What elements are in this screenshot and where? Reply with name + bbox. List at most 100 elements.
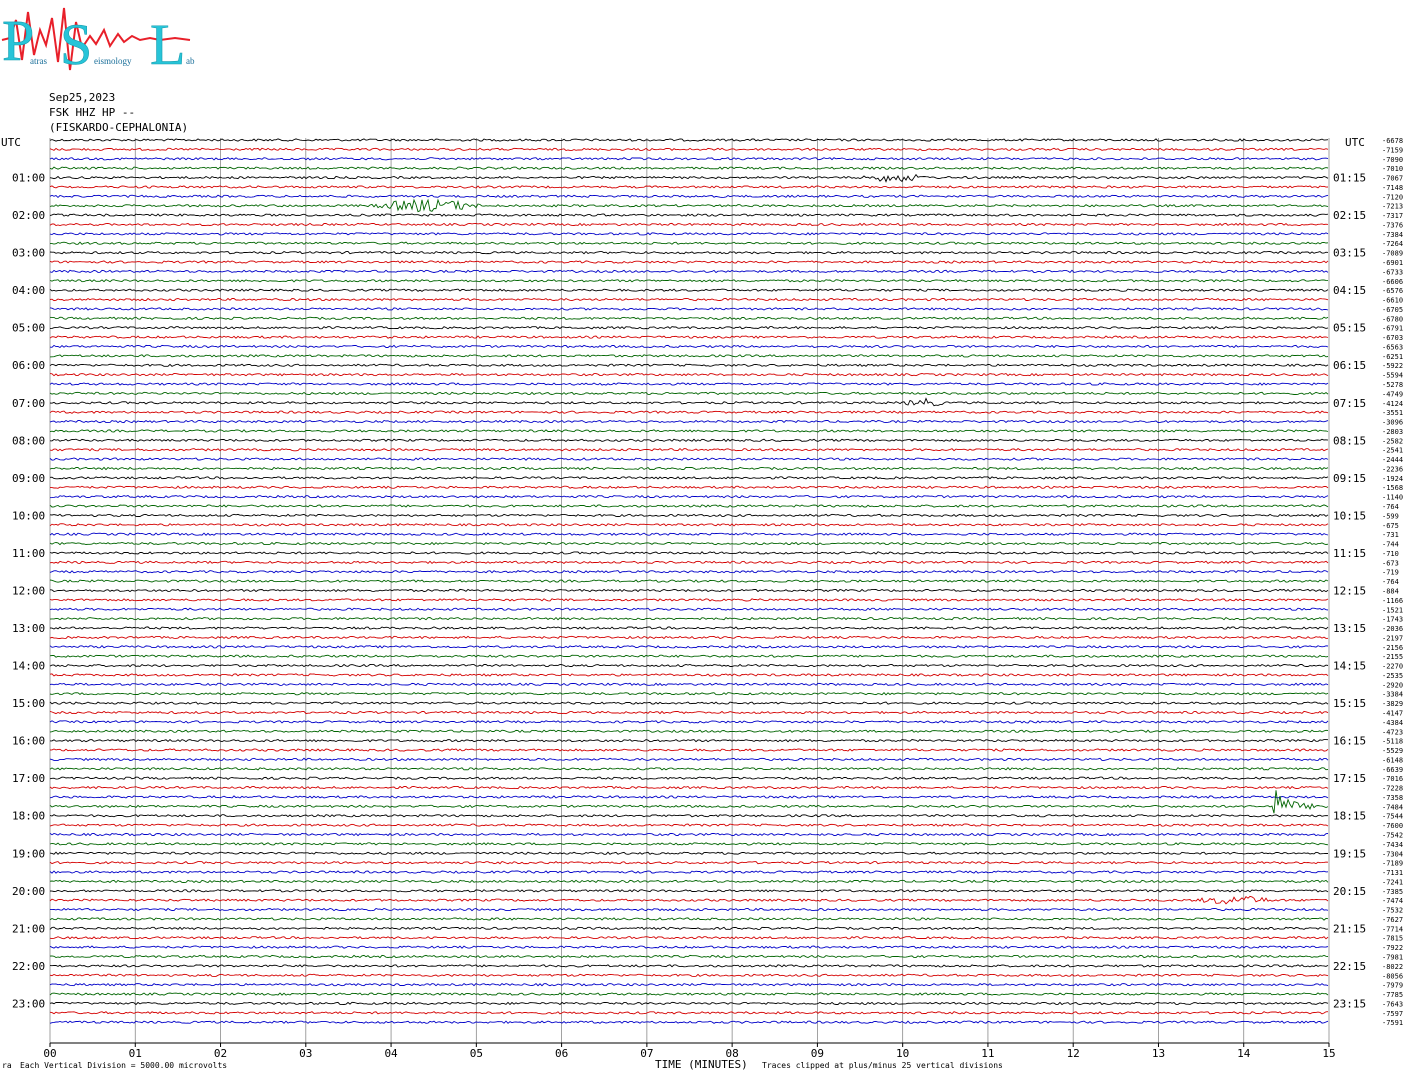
left-utc-title: UTC xyxy=(1,136,21,149)
seismic-trace xyxy=(49,232,1329,236)
trace-offset-label: -7922 xyxy=(1382,944,1403,952)
seismic-trace xyxy=(49,541,1329,546)
trace-offset-label: -7627 xyxy=(1382,916,1403,924)
seismic-trace xyxy=(49,457,1329,461)
seismic-trace xyxy=(49,860,1329,865)
x-tick-label: 12 xyxy=(1067,1047,1080,1060)
seismic-trace xyxy=(49,1001,1329,1006)
trace-offset-label: -4749 xyxy=(1382,390,1403,398)
seismic-trace xyxy=(50,738,1329,743)
trace-offset-label: -7317 xyxy=(1382,212,1403,220)
seismic-trace xyxy=(49,173,1329,183)
seismic-trace xyxy=(49,382,1329,386)
hour-label-right: 05:15 xyxy=(1333,322,1366,335)
trace-offset-label: -7089 xyxy=(1382,250,1403,258)
trace-offset-label: -7714 xyxy=(1382,925,1403,933)
clip-note: Traces clipped at plus/minus 25 vertical… xyxy=(762,1061,1003,1070)
trace-offset-label: -7544 xyxy=(1382,813,1403,821)
trace-offset-label: -6251 xyxy=(1382,353,1403,361)
trace-offset-label: -6705 xyxy=(1382,306,1403,314)
hour-label-left: 18:00 xyxy=(12,810,45,823)
seismic-trace xyxy=(49,795,1329,799)
seismic-trace xyxy=(49,297,1329,302)
seismic-trace xyxy=(49,757,1329,762)
trace-offset-label: -7600 xyxy=(1382,822,1403,830)
hour-label-right: 02:15 xyxy=(1333,209,1366,222)
trace-offset-label: -7264 xyxy=(1382,240,1403,248)
seismic-trace xyxy=(49,598,1329,602)
trace-offset-label: -7376 xyxy=(1382,221,1403,229)
seismic-trace xyxy=(49,607,1329,611)
trace-offset-label: -1521 xyxy=(1382,606,1403,614)
seismic-trace xyxy=(49,785,1329,790)
x-tick-label: 00 xyxy=(43,1047,56,1060)
seismic-trace xyxy=(49,157,1329,161)
seismic-trace xyxy=(49,372,1329,377)
trace-offset-label: -7120 xyxy=(1382,193,1403,201)
hour-label-left: 13:00 xyxy=(12,622,45,635)
seismic-trace xyxy=(49,842,1329,846)
seismic-trace xyxy=(49,790,1329,814)
trace-offset-label: -7384 xyxy=(1382,231,1403,239)
seismic-trace xyxy=(49,523,1329,527)
trace-offset-label: -764 xyxy=(1382,503,1399,511)
hour-label-right: 10:15 xyxy=(1333,509,1366,522)
seismic-trace xyxy=(49,532,1329,536)
hour-label-right: 14:15 xyxy=(1333,660,1366,673)
trace-offset-label: -5118 xyxy=(1382,738,1403,746)
seismic-trace xyxy=(49,269,1329,274)
seismic-trace xyxy=(49,222,1329,227)
trace-offset-label: -710 xyxy=(1382,550,1399,558)
seismic-trace xyxy=(49,814,1329,818)
trace-offset-label: -6148 xyxy=(1382,756,1403,764)
hour-label-left: 16:00 xyxy=(12,735,45,748)
trace-offset-label: -7643 xyxy=(1382,1000,1403,1008)
hour-label-left: 14:00 xyxy=(12,660,45,673)
trace-offset-label: -7815 xyxy=(1382,935,1403,943)
trace-offset-label: -2535 xyxy=(1382,672,1403,680)
x-tick-label: 05 xyxy=(470,1047,483,1060)
trace-offset-label: -7016 xyxy=(1382,775,1403,783)
trace-offset-label: -1568 xyxy=(1382,484,1403,492)
hour-label-left: 01:00 xyxy=(12,172,45,185)
seismic-trace xyxy=(49,673,1329,677)
seismic-trace xyxy=(49,645,1329,649)
trace-offset-label: -6606 xyxy=(1382,278,1403,286)
hour-label-right: 19:15 xyxy=(1333,847,1366,860)
trace-offset-label: -2156 xyxy=(1382,644,1403,652)
hour-label-right: 22:15 xyxy=(1333,960,1366,973)
seismic-trace xyxy=(49,185,1329,189)
x-tick-label: 03 xyxy=(299,1047,312,1060)
trace-offset-label: -2155 xyxy=(1382,653,1403,661)
hour-label-right: 07:15 xyxy=(1333,397,1366,410)
seismic-trace xyxy=(49,325,1329,330)
hour-label-left: 03:00 xyxy=(12,247,45,260)
x-axis-title: TIME (MINUTES) xyxy=(655,1058,748,1071)
seismic-trace xyxy=(49,551,1329,555)
seismic-trace xyxy=(49,767,1329,771)
seismic-trace xyxy=(49,260,1329,264)
trace-offset-label: -2920 xyxy=(1382,681,1403,689)
trace-offset-label: -7474 xyxy=(1382,897,1403,905)
hour-label-right: 04:15 xyxy=(1333,284,1366,297)
seismic-trace xyxy=(49,879,1329,884)
hour-label-right: 15:15 xyxy=(1333,697,1366,710)
hour-label-right: 13:15 xyxy=(1333,622,1366,635)
trace-offset-label: -7785 xyxy=(1382,991,1403,999)
seismic-trace xyxy=(49,213,1329,217)
seismic-trace xyxy=(49,1011,1329,1015)
trace-offset-label: -4147 xyxy=(1382,709,1403,717)
seismic-trace xyxy=(50,907,1329,912)
seismic-trace xyxy=(49,397,1329,407)
seismic-trace xyxy=(49,504,1329,508)
trace-offset-label: -5529 xyxy=(1382,747,1403,755)
right-utc-title: UTC xyxy=(1345,136,1365,149)
trace-offset-label: -673 xyxy=(1382,559,1399,567)
hour-label-left: 06:00 xyxy=(12,359,45,372)
seismic-trace xyxy=(49,663,1329,668)
seismic-trace xyxy=(49,748,1329,752)
trace-offset-label: -884 xyxy=(1382,587,1399,595)
seismic-trace xyxy=(49,654,1329,658)
trace-offset-label: -6791 xyxy=(1382,325,1403,333)
seismic-trace xyxy=(49,729,1329,733)
